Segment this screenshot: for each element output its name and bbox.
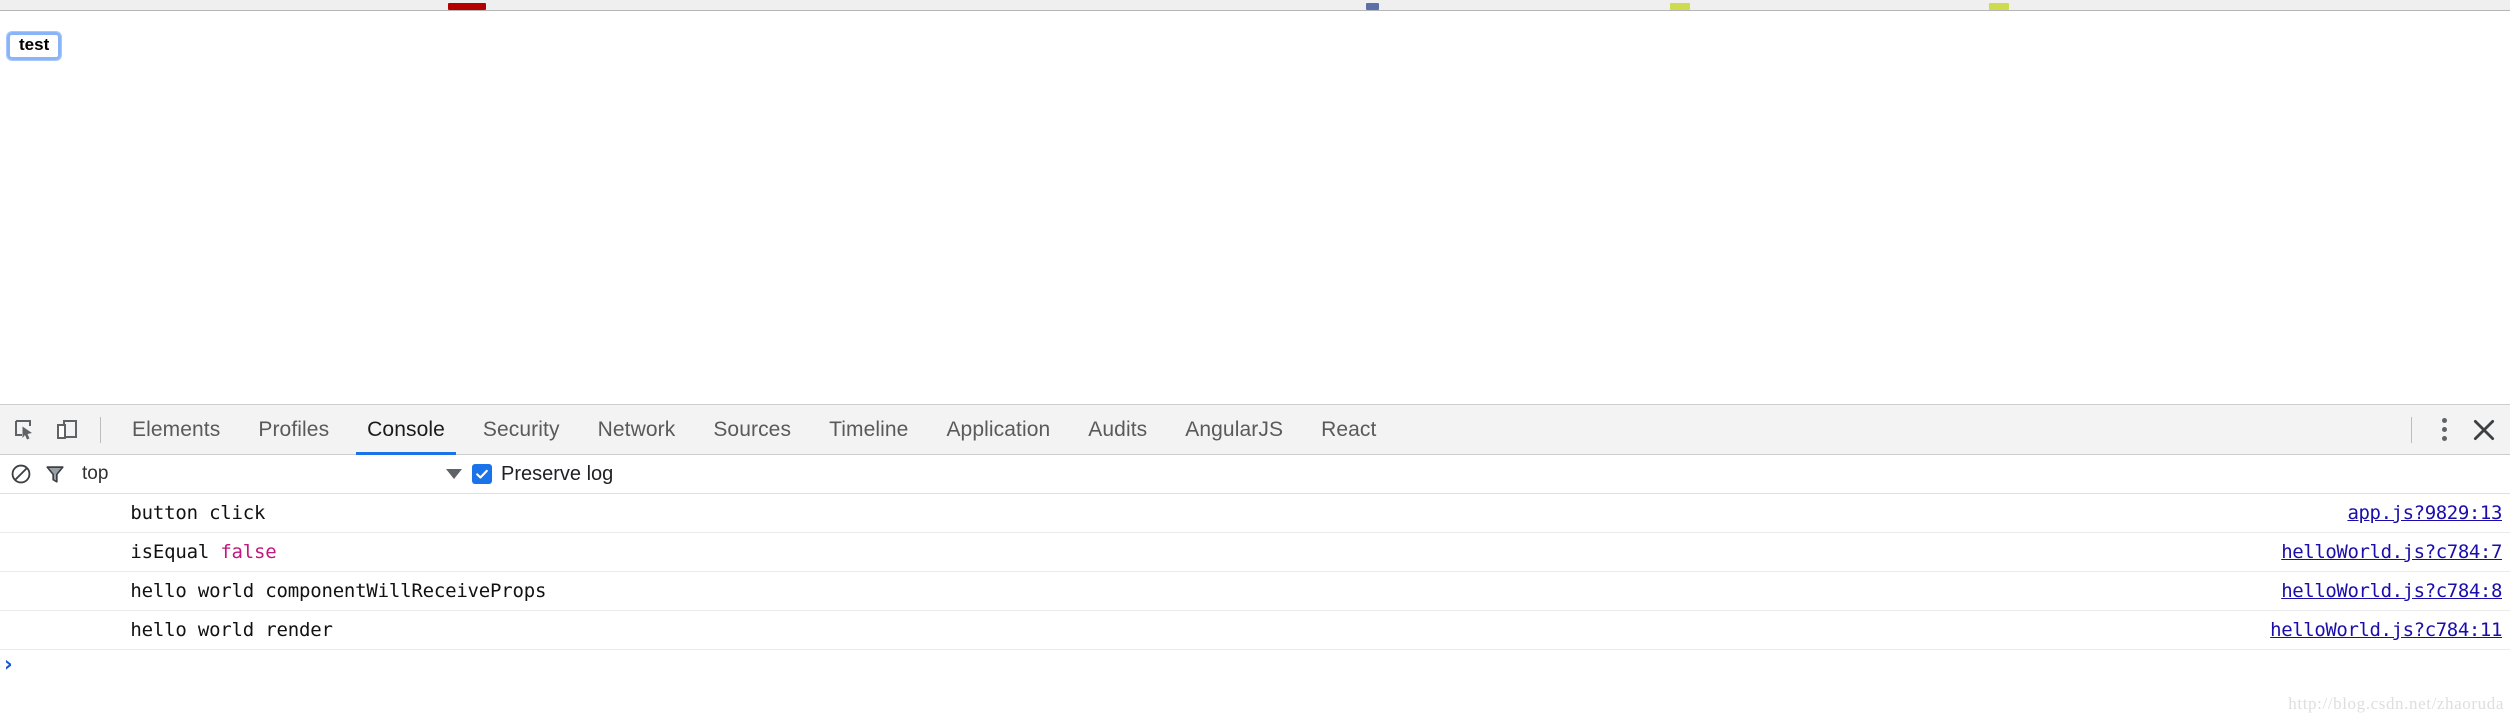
device-toolbar-icon[interactable] [46,409,88,451]
tab-react[interactable]: React [1302,405,1395,455]
more-options-icon[interactable] [2424,409,2464,451]
devtools-panel: Elements Profiles Console Security Netwo… [0,404,2510,720]
bookmark-mark[interactable] [1670,3,1690,10]
inspect-element-icon[interactable] [4,409,46,451]
bookmark-mark[interactable] [1989,3,2009,10]
page-viewport: test [0,12,2510,404]
tab-security[interactable]: Security [464,405,579,455]
console-message-row[interactable]: hello world render helloWorld.js?c784:11 [0,611,2510,650]
tab-audits[interactable]: Audits [1069,405,1166,455]
console-message-list: button click app.js?9829:13 isEqual fals… [0,494,2510,680]
tab-profiles[interactable]: Profiles [239,405,348,455]
screenshot-root: test Elements P [0,0,2510,720]
toolbar-divider [100,417,101,443]
console-source-link[interactable]: helloWorld.js?c784:11 [2270,619,2502,641]
close-icon[interactable] [2464,409,2504,451]
tab-network[interactable]: Network [579,405,695,455]
test-button[interactable]: test [6,31,62,61]
console-source-link[interactable]: helloWorld.js?c784:8 [2281,580,2502,602]
console-message-text: hello world render [18,597,2270,663]
devtools-toolbar-right [2399,409,2510,451]
devtools-tab-bar: Elements Profiles Console Security Netwo… [113,405,2399,455]
watermark: http://blog.csdn.net/zhaoruda [2288,694,2504,714]
tab-application[interactable]: Application [927,405,1069,455]
tab-console[interactable]: Console [348,405,464,455]
toolbar-divider-right [2411,417,2412,443]
bookmark-mark[interactable] [448,3,486,10]
devtools-toolbar: Elements Profiles Console Security Netwo… [0,405,2510,455]
tab-elements[interactable]: Elements [113,405,239,455]
tab-timeline[interactable]: Timeline [810,405,927,455]
tab-angularjs[interactable]: AngularJS [1166,405,1302,455]
bookmark-mark[interactable] [1366,3,1379,10]
tab-sources[interactable]: Sources [694,405,810,455]
console-source-link[interactable]: helloWorld.js?c784:7 [2281,541,2502,563]
console-source-link[interactable]: app.js?9829:13 [2347,502,2502,524]
console-message-body: hello world render [130,619,332,641]
chevron-down-icon [446,469,462,479]
prompt-chevron-icon: › [2,651,13,677]
browser-bookmarks-bar [0,0,2510,11]
